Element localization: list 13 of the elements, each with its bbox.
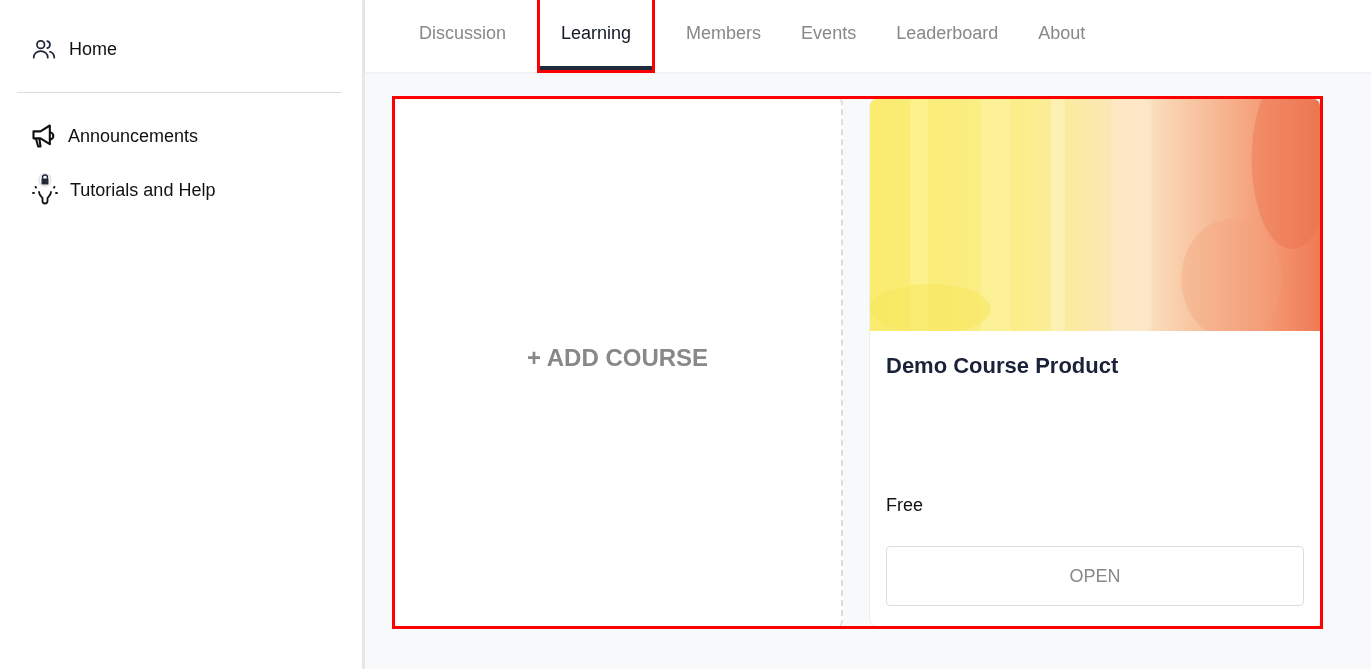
- sidebar-item[interactable]: Announcements: [0, 109, 362, 163]
- open-button[interactable]: OPEN: [886, 546, 1304, 606]
- course-price: Free: [886, 495, 923, 516]
- tab[interactable]: Learning: [540, 0, 653, 70]
- tab[interactable]: Leaderboard: [880, 0, 1015, 70]
- tab[interactable]: Members: [670, 0, 778, 70]
- tab[interactable]: Discussion: [403, 0, 523, 70]
- add-course-button[interactable]: + ADD COURSE: [394, 98, 843, 627]
- sidebar-item[interactable]: Home: [0, 22, 362, 76]
- tab[interactable]: Events: [785, 0, 873, 70]
- course-title: Demo Course Product: [886, 353, 1119, 379]
- tab[interactable]: About: [1022, 0, 1102, 70]
- sidebar-item[interactable]: Tutorials and Help: [0, 163, 362, 217]
